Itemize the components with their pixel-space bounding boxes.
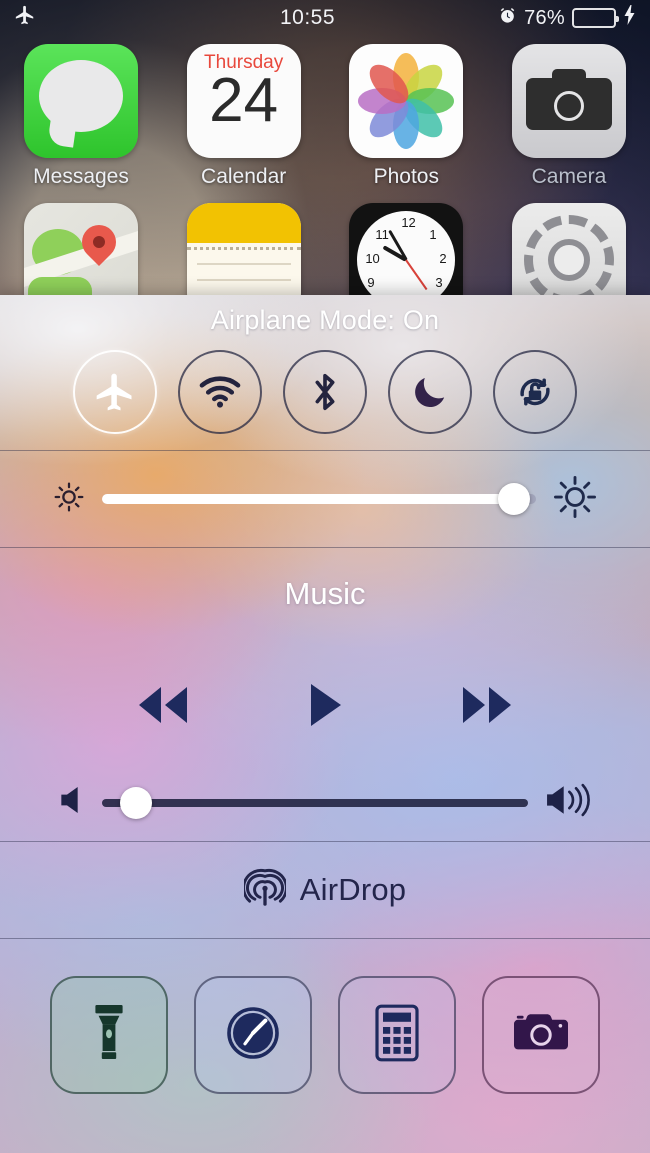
clock-numeral: 9 — [367, 275, 375, 290]
airplane-icon — [93, 370, 137, 414]
notes-header-shape — [186, 203, 301, 243]
bluetooth-toggle[interactable] — [283, 350, 367, 434]
brightness-slider-knob[interactable] — [498, 483, 531, 515]
toggle-row — [0, 350, 650, 434]
app-label: Calendar — [201, 165, 287, 188]
app-label: Messages — [33, 165, 129, 188]
battery-icon — [572, 8, 619, 28]
status-bar-left — [14, 4, 194, 32]
volume-slider[interactable] — [102, 786, 528, 819]
camera-icon — [512, 1009, 570, 1062]
home-screen-app-grid: Messages Thursday 24 Calendar Photos Cam… — [0, 44, 650, 331]
photos-icon[interactable] — [349, 44, 464, 158]
app-photos[interactable]: Photos — [343, 44, 469, 189]
app-row: Messages Thursday 24 Calendar Photos Cam… — [18, 44, 632, 189]
moon-icon — [410, 372, 450, 412]
status-bar: 10:55 76% — [0, 0, 650, 36]
app-calendar[interactable]: Thursday 24 Calendar — [181, 44, 307, 189]
music-section: Music — [0, 548, 650, 841]
volume-slider-section — [0, 783, 650, 822]
shortcuts-row — [0, 939, 650, 1131]
clock-numeral: 10 — [365, 251, 380, 266]
volume-slider-knob[interactable] — [120, 786, 153, 819]
airdrop-row[interactable]: AirDrop — [0, 842, 650, 938]
clock-numeral: 11 — [375, 227, 389, 242]
camera-icon[interactable] — [511, 44, 626, 158]
brightness-slider[interactable] — [102, 483, 536, 515]
control-center-panel: Airplane Mode: On Music AirDrop — [0, 295, 650, 1153]
airplane-mode-status-label: Airplane Mode: On — [210, 305, 440, 335]
play-button[interactable] — [305, 680, 345, 735]
flashlight-button[interactable] — [50, 976, 168, 1094]
battery-percent-label: 76% — [524, 6, 565, 29]
airplane-icon — [14, 4, 36, 32]
bluetooth-icon — [307, 369, 343, 415]
camera-button[interactable] — [482, 976, 600, 1094]
clock-second-hand — [405, 259, 428, 291]
music-transport-controls — [0, 680, 650, 735]
do-not-disturb-toggle[interactable] — [388, 350, 472, 434]
notes-line-shape — [196, 263, 291, 265]
rotation-lock-toggle[interactable] — [493, 350, 577, 434]
timer-icon — [225, 1005, 281, 1066]
clock-numeral: 1 — [429, 227, 437, 242]
calculator-icon — [373, 1003, 421, 1068]
speech-bubble-shape — [39, 60, 123, 132]
brightness-slider-section — [0, 451, 650, 547]
clock-numeral: 12 — [401, 215, 416, 230]
app-label: Photos — [373, 165, 439, 188]
brightness-high-icon — [552, 474, 598, 525]
iphone-screen: 10:55 76% Messages Thursday 24 Calendar … — [0, 0, 650, 1153]
alarm-clock-icon — [498, 6, 517, 31]
airdrop-icon — [241, 867, 288, 914]
app-label: Camera — [531, 165, 607, 188]
gear-inner-shape — [547, 239, 590, 281]
speaker-loud-icon — [546, 783, 592, 822]
speaker-mute-icon — [58, 785, 84, 820]
wifi-toggle[interactable] — [178, 350, 262, 434]
calendar-day-number: 24 — [209, 66, 279, 135]
status-bar-clock: 10:55 — [279, 6, 336, 29]
notes-perforation-shape — [186, 247, 301, 250]
wifi-icon — [197, 373, 243, 411]
control-center-toggles-section: Airplane Mode: On — [0, 295, 650, 450]
clock-numeral: 2 — [439, 251, 447, 266]
timer-button[interactable] — [194, 976, 312, 1094]
brightness-slider-fill — [102, 494, 515, 504]
rewind-button[interactable] — [131, 682, 195, 733]
music-section-title: Music — [284, 576, 366, 611]
airplane-mode-toggle[interactable] — [73, 350, 157, 434]
calculator-button[interactable] — [338, 976, 456, 1094]
calendar-icon[interactable]: Thursday 24 — [186, 44, 301, 158]
app-camera[interactable]: Camera — [506, 44, 632, 189]
app-messages[interactable]: Messages — [18, 44, 144, 189]
lightning-bolt-icon — [623, 5, 636, 31]
messages-icon[interactable] — [24, 44, 138, 158]
airdrop-label: AirDrop — [299, 872, 407, 907]
notes-line-shape — [196, 279, 291, 281]
flashlight-icon — [89, 1003, 129, 1068]
status-bar-right: 76% — [421, 5, 636, 31]
camera-lens-shape — [553, 91, 584, 121]
clock-numeral: 3 — [435, 275, 443, 290]
brightness-low-icon — [52, 480, 86, 519]
rotation-lock-icon — [513, 370, 557, 414]
fast-forward-button[interactable] — [455, 682, 519, 733]
